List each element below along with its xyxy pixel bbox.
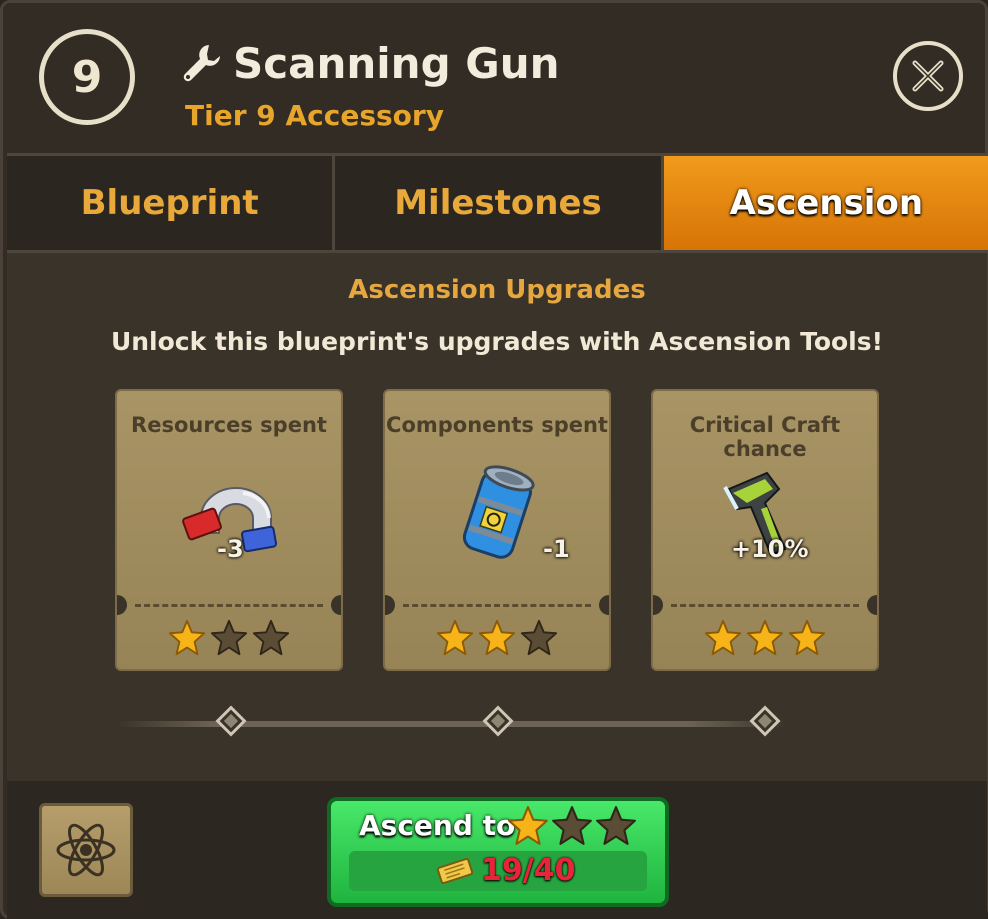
upgrade-card-components[interactable]: Components spent -1 [383, 389, 611, 671]
upgrade-card-critical[interactable]: Critical Craft chance +10% [651, 389, 879, 671]
tier-badge: 9 [39, 29, 135, 125]
star-empty-icon [252, 619, 290, 656]
upgrade-value: -3 [217, 535, 244, 563]
star-filled-icon [478, 619, 516, 656]
item-name: Scanning Gun [233, 39, 560, 88]
star-empty-icon [210, 619, 248, 656]
card-divider [135, 604, 323, 607]
upgrade-title: Critical Craft chance [689, 413, 841, 461]
tab-blueprint[interactable]: Blueprint [7, 156, 333, 250]
cost-bar: 19/40 [349, 851, 647, 891]
star-filled-icon [168, 619, 206, 656]
star-filled-icon [704, 619, 742, 656]
cost-text: 19/40 [481, 853, 576, 888]
upgrade-value: +10% [731, 535, 809, 563]
ascend-label: Ascend to [359, 809, 516, 842]
star-filled-icon [788, 619, 826, 656]
item-subtitle: Tier 9 Accessory [185, 99, 444, 132]
progress-node [215, 705, 247, 737]
upgrade-cards: Resources spent -3 Components spent -1 C… [7, 253, 987, 781]
gold-ticket-icon [436, 858, 474, 884]
card-notch [867, 595, 877, 615]
upgrade-title: Components spent [386, 413, 608, 437]
ascend-button[interactable]: Ascend to 19/40 [327, 797, 669, 907]
tab-ascension[interactable]: Ascension [660, 156, 988, 250]
star-empty-icon [552, 806, 592, 845]
upgrade-card-resources[interactable]: Resources spent -3 [115, 389, 343, 671]
star-empty-icon [520, 619, 558, 656]
star-filled-icon [746, 619, 784, 656]
card-divider [403, 604, 591, 607]
star-empty-icon [596, 806, 636, 845]
star-filled-icon [508, 806, 548, 845]
ascension-tools-button[interactable] [39, 803, 133, 897]
upgrade-title: Resources spent [131, 413, 327, 437]
ascend-target-stars [507, 805, 637, 847]
card-notch [117, 595, 127, 615]
star-filled-icon [436, 619, 474, 656]
footer: Ascend to 19/40 [7, 781, 987, 919]
close-button[interactable] [893, 41, 963, 111]
close-icon [912, 60, 944, 92]
upgrade-value: -1 [543, 535, 570, 563]
card-notch [599, 595, 609, 615]
card-notch [331, 595, 341, 615]
ascension-panel: 9 Scanning Gun Tier 9 Accessory Blueprin… [0, 0, 988, 919]
tab-bar: Blueprint Milestones Ascension [7, 153, 988, 253]
card-notch [653, 595, 663, 615]
upgrade-stars [385, 619, 609, 657]
tier-number: 9 [71, 51, 103, 103]
header: 9 Scanning Gun Tier 9 Accessory [3, 3, 988, 153]
ascension-content: Ascension Upgrades Unlock this blueprint… [7, 253, 987, 781]
atom-icon [56, 823, 116, 877]
upgrade-stars [117, 619, 341, 657]
canister-icon [462, 465, 535, 559]
progress-node [482, 705, 514, 737]
progress-node [749, 705, 781, 737]
upgrade-stars [653, 619, 877, 657]
card-divider [671, 604, 859, 607]
wrench-icon [183, 45, 220, 82]
card-notch [385, 595, 395, 615]
tab-milestones[interactable]: Milestones [332, 156, 661, 250]
